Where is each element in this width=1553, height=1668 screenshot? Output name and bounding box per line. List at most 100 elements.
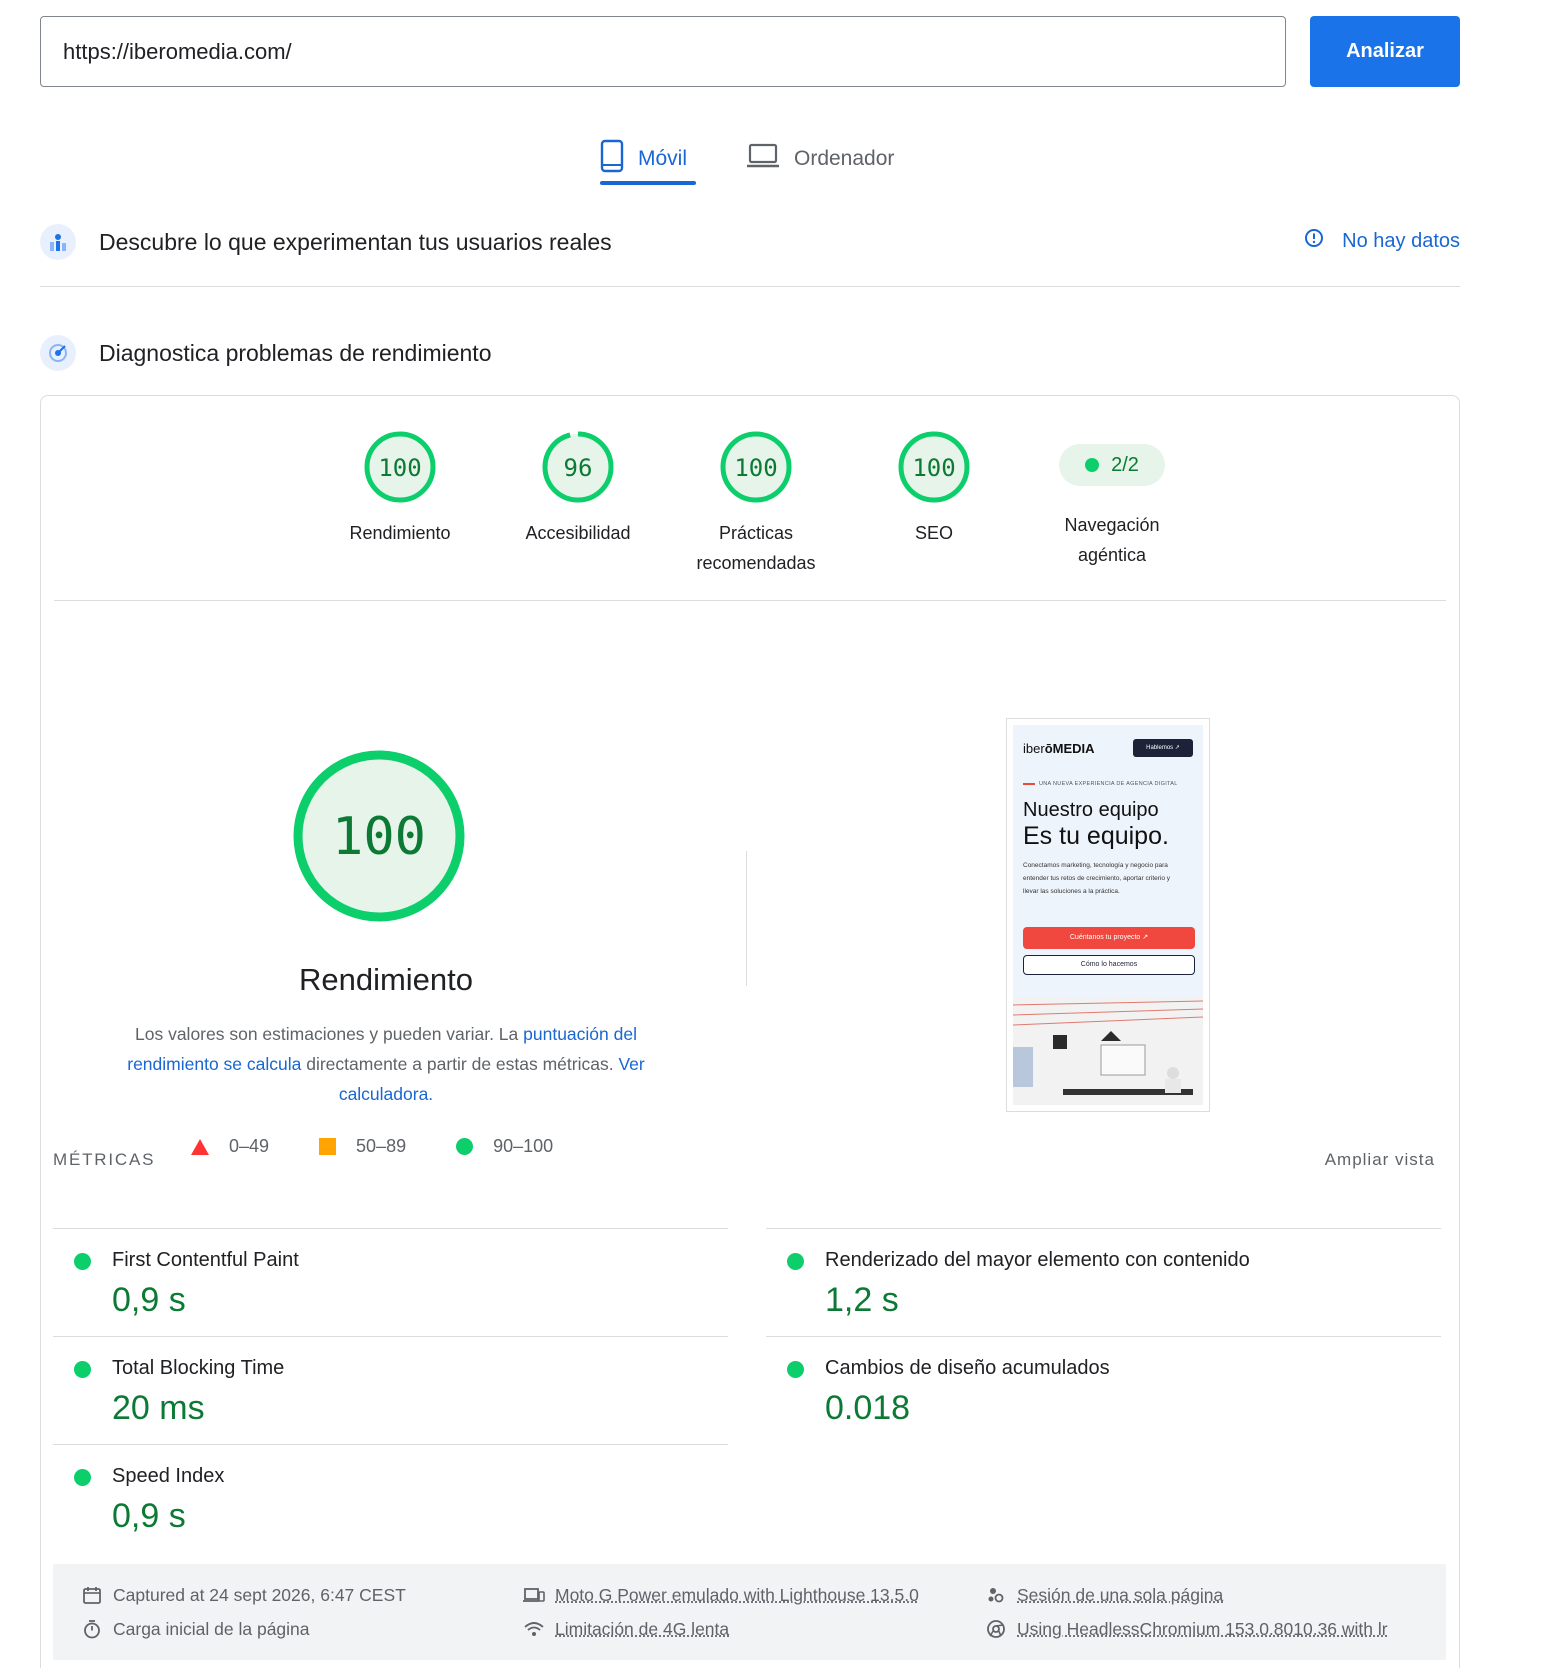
site-secondary-cta: Cómo lo hacemos bbox=[1023, 955, 1195, 975]
lighthouse-report-card: 100 Rendimiento 96 Accesibilidad 100 Prá… bbox=[40, 395, 1460, 1668]
performance-big-score: 100 bbox=[332, 807, 426, 867]
gauge-best-practices-label: Prácticas recomendadas bbox=[696, 523, 816, 573]
performance-description: Los valores son estimaciones y pueden va… bbox=[101, 1019, 671, 1109]
site-kicker: UNA NUEVA EXPERIENCIA DE AGENCIA DIGITAL bbox=[1023, 781, 1178, 787]
url-input[interactable] bbox=[40, 16, 1286, 87]
runtime-settings: Captured at 24 sept 2026, 6:47 CEST Carg… bbox=[53, 1564, 1446, 1660]
site-top-cta: Hablemos ↗ bbox=[1133, 739, 1193, 757]
runtime-session[interactable]: Sesión de una sola página bbox=[985, 1584, 1223, 1606]
metrics-heading: MÉTRICAS bbox=[53, 1150, 156, 1169]
runtime-device[interactable]: Moto G Power emulado with Lighthouse 13.… bbox=[523, 1584, 919, 1606]
site-logo: iberōMEDIA bbox=[1023, 741, 1095, 756]
agentic-score-pill: 2/2 bbox=[1059, 444, 1165, 486]
timer-icon bbox=[81, 1618, 103, 1640]
runtime-throttling[interactable]: Limitación de 4G lenta bbox=[523, 1618, 729, 1640]
pass-dot-icon bbox=[74, 1253, 91, 1270]
gauge-best-practices-ring: 100 bbox=[720, 431, 792, 503]
gauge-accessibility[interactable]: 96 Accesibilidad bbox=[489, 430, 667, 578]
devices-icon bbox=[523, 1584, 545, 1606]
legend-pass-label: 90–100 bbox=[493, 1136, 554, 1156]
metric-lcp: Renderizado del mayor elemento con conte… bbox=[766, 1228, 1441, 1336]
diagnostics-icon bbox=[40, 335, 76, 371]
gauge-accessibility-score: 96 bbox=[564, 454, 593, 482]
pass-circle-icon bbox=[456, 1138, 474, 1155]
pass-dot-icon bbox=[74, 1469, 91, 1486]
no-data-link[interactable]: No hay datos bbox=[1304, 228, 1460, 254]
metric-name: Cambios de diseño acumulados bbox=[825, 1357, 1110, 1379]
site-paragraph: Conectamos marketing, tecnología y negoc… bbox=[1023, 862, 1171, 895]
gauges-divider bbox=[54, 600, 1446, 601]
gauge-performance-score: 100 bbox=[378, 454, 421, 482]
pass-dot-icon bbox=[787, 1253, 804, 1270]
tab-desktop-label: Ordenador bbox=[794, 147, 895, 170]
metric-name: Speed Index bbox=[112, 1465, 225, 1487]
legend-average-label: 50–89 bbox=[356, 1136, 407, 1156]
calendar-icon bbox=[81, 1584, 103, 1606]
no-data-label: No hay datos bbox=[1342, 229, 1460, 252]
lab-section-header: Diagnostica problemas de rendimiento bbox=[40, 335, 492, 371]
metric-tbt: Total Blocking Time 20 ms bbox=[53, 1336, 728, 1444]
agentic-score: 2/2 bbox=[1111, 453, 1139, 476]
pass-dot-icon bbox=[74, 1361, 91, 1378]
runtime-captured: Captured at 24 sept 2026, 6:47 CEST bbox=[81, 1584, 406, 1606]
site-headline: Nuestro equipo Es tu equipo. bbox=[1023, 799, 1169, 850]
gauge-seo-ring: 100 bbox=[898, 431, 970, 503]
gauge-performance-ring: 100 bbox=[364, 431, 436, 503]
tab-desktop[interactable]: Ordenador bbox=[746, 130, 894, 188]
gauge-seo-score: 100 bbox=[912, 454, 955, 482]
crux-title: Descubre lo que experimentan tus usuario… bbox=[99, 228, 612, 255]
gauge-seo[interactable]: 100 SEO bbox=[845, 430, 1023, 578]
metric-speed-index: Speed Index 0,9 s bbox=[53, 1444, 728, 1552]
gauge-performance[interactable]: 100 Rendimiento bbox=[311, 430, 489, 578]
metric-cls: Cambios de diseño acumulados 0.018 bbox=[766, 1336, 1441, 1444]
lab-title: Diagnostica problemas de rendimiento bbox=[99, 339, 492, 366]
tab-mobile-label: Móvil bbox=[638, 147, 688, 170]
metric-name: First Contentful Paint bbox=[112, 1249, 299, 1271]
legend-fail: 0–49 bbox=[191, 1136, 269, 1157]
device-tabs: Móvil Ordenador bbox=[0, 130, 1553, 190]
expand-view-toggle[interactable]: Ampliar vista bbox=[1325, 1150, 1435, 1170]
fail-triangle-icon bbox=[191, 1138, 209, 1155]
final-screenshot[interactable]: iberōMEDIA Hablemos ↗ UNA NUEVA EXPERIEN… bbox=[1006, 718, 1210, 1112]
analyze-button[interactable]: Analizar bbox=[1310, 16, 1460, 87]
gauge-agentic[interactable]: 2/2 Navegación agéntica bbox=[1023, 430, 1201, 578]
site-primary-cta: Cuéntanos tu proyecto ↗ bbox=[1023, 927, 1195, 949]
category-gauges: 100 Rendimiento 96 Accesibilidad 100 Prá… bbox=[311, 430, 1201, 578]
gauge-best-practices-score: 100 bbox=[734, 454, 777, 482]
runtime-browser[interactable]: Using HeadlessChromium 153.0.8010.36 wit… bbox=[985, 1618, 1388, 1640]
metric-value: 0.018 bbox=[825, 1389, 911, 1427]
metric-value: 0,9 s bbox=[112, 1281, 186, 1319]
metric-fcp: First Contentful Paint 0,9 s bbox=[53, 1228, 728, 1336]
average-square-icon bbox=[319, 1138, 337, 1155]
metric-name: Renderizado del mayor elemento con conte… bbox=[825, 1249, 1250, 1271]
chrome-icon bbox=[985, 1618, 1007, 1640]
network-signal-icon bbox=[523, 1618, 545, 1640]
vertical-divider bbox=[746, 851, 747, 986]
score-legend: 0–49 50–89 90–100 bbox=[191, 1136, 603, 1157]
screenshot-content: iberōMEDIA Hablemos ↗ UNA NUEVA EXPERIEN… bbox=[1013, 725, 1203, 1105]
pass-dot-icon bbox=[1085, 458, 1100, 472]
performance-big-gauge: 100 bbox=[293, 750, 465, 922]
site-office-photo bbox=[1013, 997, 1203, 1105]
legend-fail-label: 0–49 bbox=[229, 1136, 270, 1156]
metric-value: 20 ms bbox=[112, 1389, 205, 1427]
metric-value: 1,2 s bbox=[825, 1281, 899, 1319]
users-icon bbox=[985, 1584, 1007, 1606]
gauge-seo-label: SEO bbox=[914, 523, 953, 543]
performance-title: Rendimiento bbox=[298, 962, 474, 997]
users-chart-icon bbox=[40, 224, 76, 260]
gauge-performance-label: Rendimiento bbox=[349, 523, 451, 543]
metric-name: Total Blocking Time bbox=[112, 1357, 285, 1379]
pass-dot-icon bbox=[787, 1361, 804, 1378]
legend-average: 50–89 bbox=[319, 1136, 406, 1157]
agentic-label: Navegación agéntica bbox=[1064, 515, 1160, 565]
gauge-best-practices[interactable]: 100 Prácticas recomendadas bbox=[667, 430, 845, 578]
tab-mobile[interactable]: Móvil bbox=[600, 130, 687, 188]
laptop-icon bbox=[746, 143, 780, 175]
active-tab-indicator bbox=[600, 181, 696, 185]
desc-text-2: directamente a partir de estas métricas. bbox=[301, 1054, 619, 1074]
section-divider bbox=[40, 286, 1460, 287]
runtime-load-type: Carga inicial de la página bbox=[81, 1618, 310, 1640]
smartphone-icon bbox=[600, 139, 624, 179]
gauge-accessibility-ring: 96 bbox=[542, 431, 614, 503]
